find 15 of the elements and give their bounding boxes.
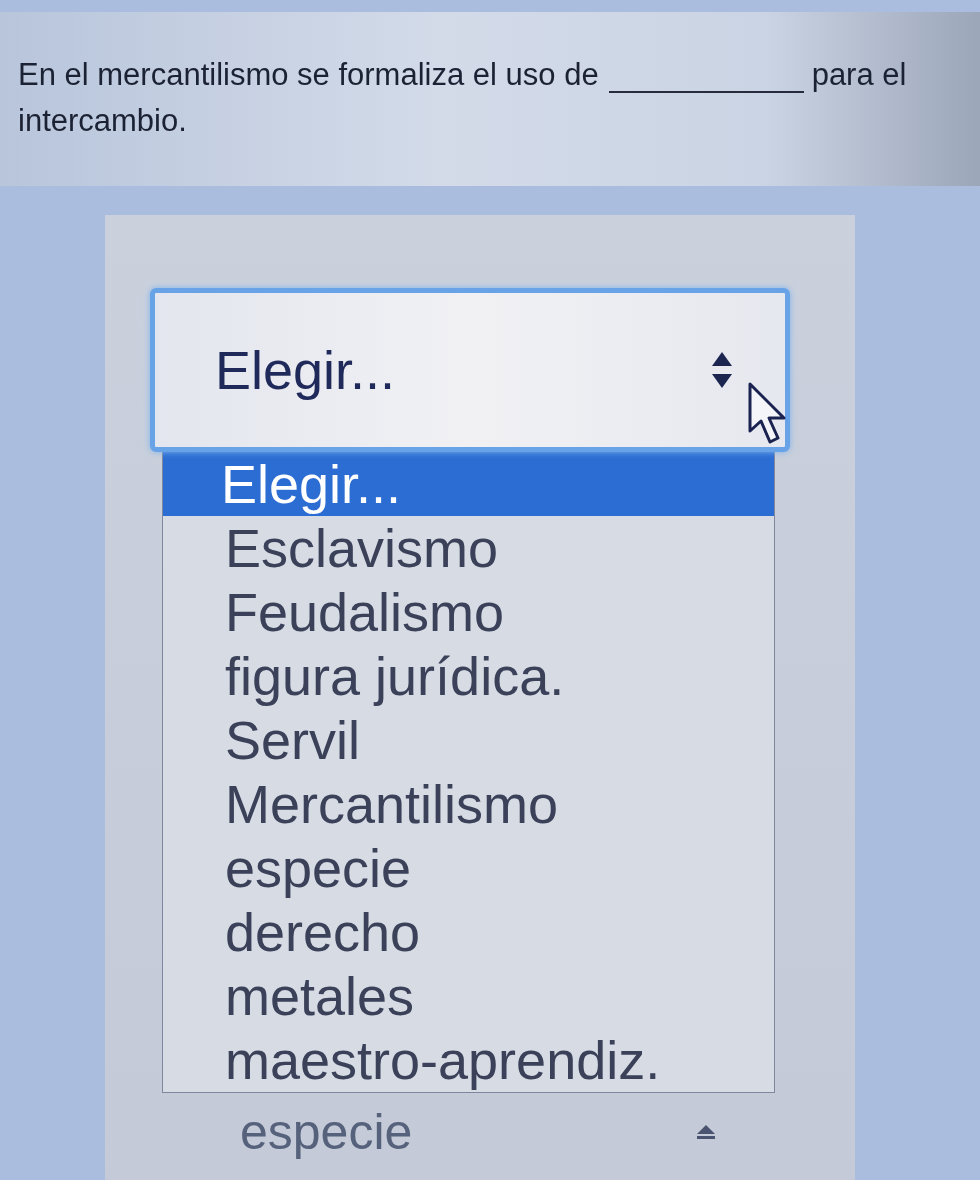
dropdown-option[interactable]: figura jurídica. (163, 644, 774, 708)
dropdown-option[interactable]: derecho (163, 900, 774, 964)
select-field[interactable]: Elegir... (150, 288, 790, 452)
caret-up-icon (697, 1125, 715, 1139)
dropdown-option[interactable]: Esclavismo (163, 516, 774, 580)
dropdown-option[interactable]: Elegir... (163, 452, 774, 516)
dropdown-option[interactable]: Mercantilismo (163, 772, 774, 836)
select-field[interactable]: especie (162, 1099, 775, 1165)
sort-arrows-icon (712, 352, 732, 388)
dropdown-option[interactable]: metales (163, 964, 774, 1028)
question-text: En el mercantilismo se formaliza el uso de para el intercambio. (18, 56, 908, 140)
dropdown-option[interactable]: especie (163, 836, 774, 900)
dropdown-option[interactable]: Feudalismo (163, 580, 774, 644)
dropdown-option[interactable]: maestro-aprendiz. (163, 1028, 774, 1092)
dropdown-option[interactable]: Servil (163, 708, 774, 772)
